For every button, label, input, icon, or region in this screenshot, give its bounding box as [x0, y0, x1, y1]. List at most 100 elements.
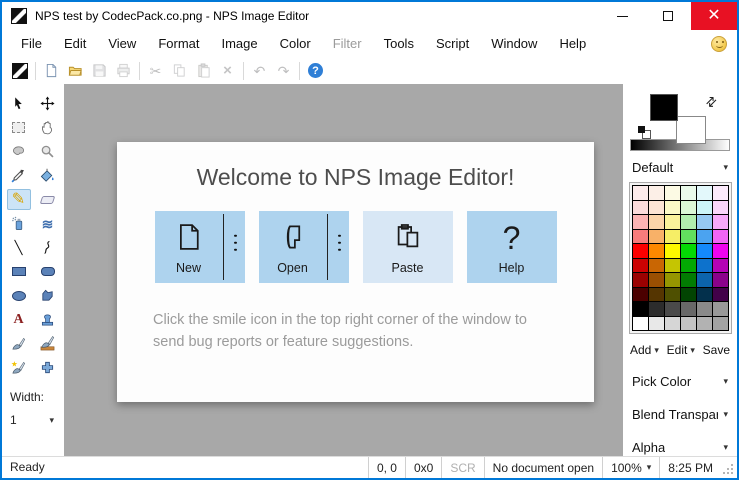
close-button[interactable]: ✕ [691, 2, 737, 30]
palette-color-38[interactable] [665, 273, 680, 287]
palette-action-edit[interactable]: Edit▾ [667, 343, 695, 357]
tile-dropdown-dots-icon[interactable] [338, 234, 341, 251]
tool-spray[interactable] [7, 213, 31, 234]
palette-color-41[interactable] [713, 273, 728, 287]
tool-zoom[interactable] [36, 141, 60, 162]
background-color-swatch[interactable] [676, 116, 706, 144]
tool-curve[interactable] [36, 237, 60, 258]
palette-color-23[interactable] [713, 230, 728, 244]
menu-item-file[interactable]: File [10, 32, 53, 55]
welcome-tile-open[interactable]: Open [259, 211, 349, 283]
foreground-color-swatch[interactable] [650, 94, 678, 121]
palette-color-35[interactable] [713, 259, 728, 273]
tool-stamp[interactable] [36, 309, 60, 330]
tool-rectangle[interactable] [7, 261, 31, 282]
tool-rounded-rectangle[interactable] [36, 261, 60, 282]
welcome-tile-paste[interactable]: Paste [363, 211, 453, 283]
menu-item-format[interactable]: Format [147, 32, 210, 55]
tool-add-shape[interactable] [36, 357, 60, 378]
palette-color-51[interactable] [681, 302, 696, 316]
tool-lasso[interactable] [7, 141, 31, 162]
menu-item-window[interactable]: Window [480, 32, 548, 55]
menu-item-color[interactable]: Color [269, 32, 322, 55]
palette-color-56[interactable] [665, 317, 680, 331]
tool-polygon[interactable] [36, 285, 60, 306]
tool-smudge[interactable]: ≋ [36, 213, 60, 234]
blend-transparency-dropdown[interactable]: Blend Transparency▾ [623, 405, 737, 423]
palette-color-24[interactable] [633, 244, 648, 258]
tool-brush[interactable] [7, 333, 31, 354]
palette-color-57[interactable] [681, 317, 696, 331]
palette-color-7[interactable] [649, 201, 664, 215]
palette-color-19[interactable] [649, 230, 664, 244]
maximize-button[interactable] [645, 2, 691, 30]
tool-texture-brush[interactable] [36, 333, 60, 354]
palette-color-12[interactable] [633, 215, 648, 229]
tile-dropdown-dots-icon[interactable] [234, 234, 237, 251]
app-logo-button[interactable] [8, 60, 31, 82]
palette-color-2[interactable] [665, 186, 680, 200]
menu-item-view[interactable]: View [97, 32, 147, 55]
tool-rect-select[interactable] [7, 117, 31, 138]
palette-color-28[interactable] [697, 244, 712, 258]
palette-color-13[interactable] [649, 215, 664, 229]
smiley-feedback-icon[interactable] [711, 36, 727, 52]
palette-color-58[interactable] [697, 317, 712, 331]
palette-color-1[interactable] [649, 186, 664, 200]
pick-color-dropdown[interactable]: Pick Color▾ [623, 372, 737, 390]
palette-color-10[interactable] [697, 201, 712, 215]
palette-color-11[interactable] [713, 201, 728, 215]
tool-pencil[interactable]: ✎ [7, 189, 31, 210]
palette-color-37[interactable] [649, 273, 664, 287]
palette-color-3[interactable] [681, 186, 696, 200]
palette-action-add[interactable]: Add▾ [630, 343, 659, 357]
palette-color-27[interactable] [681, 244, 696, 258]
palette-color-47[interactable] [713, 288, 728, 302]
palette-color-16[interactable] [697, 215, 712, 229]
palette-color-22[interactable] [697, 230, 712, 244]
reset-colors-icon[interactable] [638, 126, 651, 139]
menu-item-tools[interactable]: Tools [373, 32, 425, 55]
palette-color-30[interactable] [633, 259, 648, 273]
palette-color-32[interactable] [665, 259, 680, 273]
palette-color-21[interactable] [681, 230, 696, 244]
palette-color-17[interactable] [713, 215, 728, 229]
menu-item-script[interactable]: Script [425, 32, 480, 55]
palette-color-14[interactable] [665, 215, 680, 229]
palette-color-6[interactable] [633, 201, 648, 215]
palette-color-45[interactable] [681, 288, 696, 302]
minimize-button[interactable] [599, 2, 645, 30]
palette-color-43[interactable] [649, 288, 664, 302]
palette-color-54[interactable] [633, 317, 648, 331]
palette-color-53[interactable] [713, 302, 728, 316]
new-button[interactable] [40, 60, 63, 82]
palette-color-46[interactable] [697, 288, 712, 302]
open-button[interactable] [64, 60, 87, 82]
tool-fill[interactable] [36, 165, 60, 186]
palette-color-8[interactable] [665, 201, 680, 215]
swap-colors-icon[interactable]: ⇄ [702, 92, 721, 111]
width-dropdown[interactable]: 1 ▾ [10, 413, 56, 427]
palette-action-save[interactable]: Save [703, 343, 730, 357]
palette-color-4[interactable] [697, 186, 712, 200]
palette-color-49[interactable] [649, 302, 664, 316]
welcome-tile-help[interactable]: ?Help [467, 211, 557, 283]
palette-color-20[interactable] [665, 230, 680, 244]
palette-color-48[interactable] [633, 302, 648, 316]
tool-text[interactable]: A [7, 309, 31, 330]
tool-pan[interactable] [36, 117, 60, 138]
tool-magic-brush[interactable]: ★ [7, 357, 31, 378]
palette-color-26[interactable] [665, 244, 680, 258]
menu-item-help[interactable]: Help [548, 32, 597, 55]
tool-eraser[interactable] [36, 189, 60, 210]
palette-color-5[interactable] [713, 186, 728, 200]
titlebar[interactable]: NPS test by CodecPack.co.png - NPS Image… [2, 2, 737, 30]
tool-select[interactable] [7, 93, 31, 114]
menu-item-image[interactable]: Image [210, 32, 268, 55]
resize-grip[interactable] [721, 457, 737, 478]
alpha-dropdown[interactable]: Alpha▾ [623, 438, 737, 456]
palette-color-55[interactable] [649, 317, 664, 331]
palette-color-15[interactable] [681, 215, 696, 229]
palette-preset-dropdown[interactable]: Default ▾ [623, 160, 737, 175]
status-cell-4[interactable]: 100%▾ [602, 457, 659, 478]
